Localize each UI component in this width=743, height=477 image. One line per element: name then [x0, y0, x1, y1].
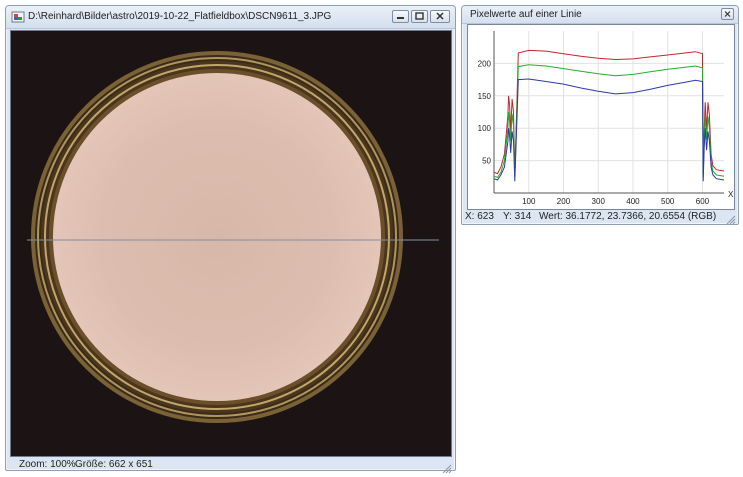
close-icon	[724, 11, 731, 17]
line-profile-statusbar: X: 623 Y: 314 Wert: 36.1772, 23.7366, 20…	[465, 209, 736, 226]
profile-chart: 100 200 300 400 500 600 50 100 150 200 X	[478, 31, 734, 206]
image-window-titlebar[interactable]: D:\Reinhard\Bilder\astro\2019-10-22_Flat…	[6, 6, 455, 29]
close-icon	[436, 12, 444, 20]
y-tick-label: 200	[478, 59, 492, 68]
line-profile-plot[interactable]: 100 200 300 400 500 600 50 100 150 200 X	[467, 24, 735, 210]
x-axis-label: X	[728, 190, 734, 199]
line-profile-close-button[interactable]	[721, 8, 734, 20]
image-view[interactable]	[10, 30, 452, 457]
minimize-icon	[397, 17, 404, 19]
x-tick-label: 200	[557, 197, 571, 206]
flatfield-image[interactable]	[11, 31, 451, 456]
close-button[interactable]	[430, 10, 450, 23]
line-profile-window[interactable]: Pixelwerte auf einer Linie 100 200 300 400 5…	[461, 5, 739, 225]
cursor-x-label: X: 623	[465, 211, 494, 222]
x-tick-label: 100	[522, 197, 536, 206]
image-window-title: D:\Reinhard\Bilder\astro\2019-10-22_Flat…	[28, 11, 332, 22]
x-tick-label: 300	[592, 197, 606, 206]
line-profile-title: Pixelwerte auf einer Linie	[470, 9, 582, 20]
image-size-label: Größe: 662 x 651	[75, 459, 153, 470]
x-tick-label: 500	[661, 197, 675, 206]
zoom-label: Zoom: 100%	[19, 459, 76, 470]
maximize-button[interactable]	[411, 10, 428, 23]
x-tick-label: 400	[626, 197, 640, 206]
maximize-icon	[415, 12, 424, 20]
image-window-statusbar: Zoom: 100% Größe: 662 x 651	[11, 456, 452, 474]
app-icon	[11, 11, 25, 23]
minimize-button[interactable]	[392, 10, 409, 23]
resize-grip-icon[interactable]	[724, 213, 736, 225]
cursor-y-label: Y: 314	[503, 211, 532, 222]
resize-grip-icon[interactable]	[440, 462, 452, 474]
y-tick-label: 150	[478, 92, 492, 101]
image-window[interactable]: D:\Reinhard\Bilder\astro\2019-10-22_Flat…	[5, 5, 456, 474]
x-tick-label: 600	[696, 197, 710, 206]
y-tick-label: 100	[478, 124, 492, 133]
pixel-value-label: Wert: 36.1772, 23.7366, 20.6554 (RGB)	[539, 211, 717, 222]
y-tick-label: 50	[482, 157, 491, 166]
line-profile-titlebar[interactable]: Pixelwerte auf einer Linie	[462, 6, 738, 24]
